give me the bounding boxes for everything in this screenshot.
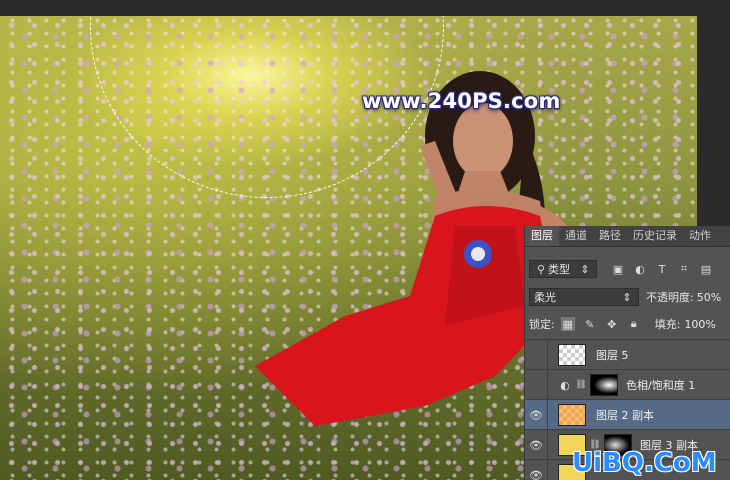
layer-row-hue-saturation[interactable]: ◐ ⛓︎ 色相/饱和度 1 (525, 369, 730, 400)
chevron-updown-icon: ⇕ (622, 290, 632, 304)
search-icon: ⚲ (536, 262, 546, 276)
eye-icon[interactable]: 👁︎ (525, 460, 548, 480)
tab-layers[interactable]: 图层 (525, 226, 559, 246)
chevron-updown-icon: ⇕ (580, 262, 590, 276)
right-edge-bar (697, 16, 730, 226)
fill-value[interactable]: 100% (684, 318, 715, 331)
visibility-toggle-off[interactable] (525, 340, 548, 370)
filter-kind-select[interactable]: ⚲ 类型 ⇕ (529, 260, 597, 278)
lock-paint-icon[interactable]: ✎ (583, 317, 597, 331)
adjustment-filter-icon[interactable]: ◐ (633, 262, 647, 276)
lock-all-icon[interactable]: 🔒︎ (627, 317, 641, 331)
layer-name: 图层 2 副本 (596, 409, 654, 422)
visibility-toggle-off[interactable] (525, 370, 548, 400)
lock-row: 锁定: ▦ ✎ ✥ 🔒︎ 填充: 100% (525, 316, 730, 332)
eye-icon[interactable]: 👁︎ (525, 400, 548, 430)
tab-history[interactable]: 历史记录 (627, 226, 683, 246)
filter-kind-label: 类型 (548, 263, 570, 276)
eye-icon[interactable]: 👁︎ (525, 430, 548, 460)
layer-thumbnail (558, 404, 586, 426)
blend-row: 柔光 ⇕ 不透明度: 50% (525, 288, 730, 306)
tab-actions[interactable]: 动作 (683, 226, 717, 246)
opacity-value[interactable]: 50% (697, 291, 721, 304)
corner-watermark: UiBQ.CoM (572, 448, 717, 478)
lock-transparent-icon[interactable]: ▦ (560, 317, 575, 331)
blend-mode-select[interactable]: 柔光 ⇕ (529, 288, 639, 306)
panel-tabs: 图层 通道 路径 历史记录 动作 (525, 226, 730, 247)
smart-object-filter-icon[interactable]: ▤ (699, 262, 713, 276)
top-bar (0, 0, 730, 16)
layer-mask-thumbnail (590, 374, 618, 396)
opacity-label: 不透明度: (646, 291, 694, 304)
blend-mode-value: 柔光 (534, 291, 556, 304)
shape-filter-icon[interactable]: ⌗ (677, 262, 691, 276)
lock-move-icon[interactable]: ✥ (605, 317, 619, 331)
type-filter-icon[interactable]: T (655, 262, 669, 276)
tab-channels[interactable]: 通道 (559, 226, 593, 246)
fill-label: 填充: (654, 318, 681, 331)
tab-paths[interactable]: 路径 (593, 226, 627, 246)
image-filter-icon[interactable]: ▣ (611, 262, 625, 276)
layer-row-5[interactable]: 图层 5 (525, 339, 730, 370)
link-icon[interactable]: ⛓︎ (574, 378, 588, 392)
lock-label: 锁定: (529, 318, 555, 331)
filter-row: ⚲ 类型 ⇕ ▣ ◐ T ⌗ ▤ (525, 260, 730, 278)
layer-row-2-copy[interactable]: 👁︎ 图层 2 副本 (525, 399, 730, 430)
layers-panel: 图层 通道 路径 历史记录 动作 ⚲ 类型 ⇕ ▣ ◐ T ⌗ ▤ 柔光 ⇕ 不… (524, 226, 730, 480)
layer-name: 图层 5 (596, 349, 629, 362)
layer-thumbnail (558, 344, 586, 366)
site-watermark: www.240PS.com (362, 89, 561, 113)
layer-name: 色相/饱和度 1 (626, 379, 696, 392)
adjustment-layer-icon: ◐ (560, 378, 570, 392)
